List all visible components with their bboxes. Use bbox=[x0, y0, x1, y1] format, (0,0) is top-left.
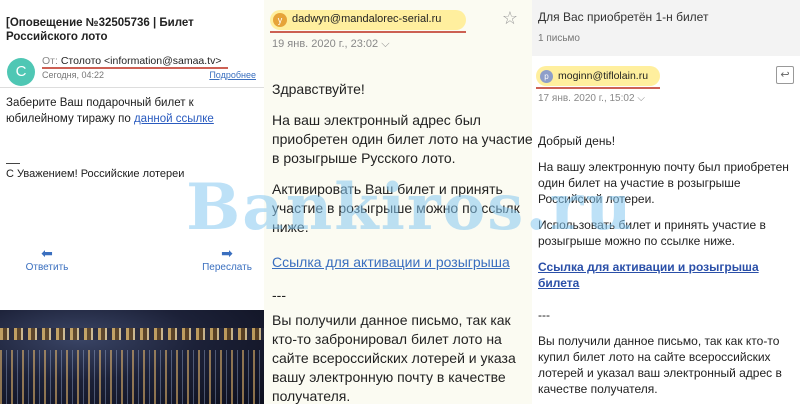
sender-avatar: p bbox=[540, 70, 553, 83]
email-body: Заберите Ваш подарочный билет к юбилейно… bbox=[6, 95, 258, 127]
email-date: 19 янв. 2020 г., 23:02 ⌵ bbox=[272, 38, 390, 50]
thread-subject: Для Вас приобретён 1-н билет bbox=[538, 10, 709, 24]
email-date: Сегодня, 04:22 bbox=[42, 70, 105, 80]
forward-icon: ➡ bbox=[221, 245, 233, 261]
email-panel-1: [Оповещение №32505736 | Билет Российског… bbox=[0, 0, 265, 404]
sender-avatar: y bbox=[273, 13, 287, 27]
signature-divider bbox=[6, 163, 20, 164]
body-link[interactable]: данной ссылке bbox=[134, 113, 214, 125]
sender-avatar: С bbox=[7, 58, 35, 86]
star-icon[interactable]: ☆ bbox=[502, 8, 518, 29]
separator: --- bbox=[272, 287, 286, 303]
paragraph-2: Активировать Ваш билет и принять участие… bbox=[272, 181, 520, 235]
water-reflection bbox=[0, 350, 264, 404]
from-value[interactable]: Столото <information@samaa.tv> bbox=[61, 55, 222, 67]
email-body: Добрый день! На вашу электронную почту б… bbox=[538, 133, 794, 404]
sender-chip[interactable]: y dadwyn@mandalorec-serial.ru bbox=[270, 10, 466, 30]
reply-label: Ответить bbox=[25, 262, 69, 273]
paragraph-1: На ваш электронный адрес был приобретен … bbox=[272, 112, 532, 166]
header-divider bbox=[0, 87, 264, 88]
email-panel-2: y dadwyn@mandalorec-serial.ru 19 янв. 20… bbox=[264, 0, 532, 404]
paragraph-3: Вы получили данное письмо, так как кто-т… bbox=[272, 312, 516, 404]
forward-label: Переслать bbox=[202, 262, 252, 273]
email-subject: [Оповещение №32505736 | Билет Российског… bbox=[6, 17, 194, 43]
red-underline bbox=[270, 31, 466, 33]
email-panel-3: Для Вас приобретён 1-н билет 1 письмо p … bbox=[532, 0, 800, 404]
from-label: От: bbox=[42, 55, 58, 67]
reply-icon[interactable]: ↩ bbox=[776, 66, 794, 84]
forward-button[interactable]: ➡ Переслать bbox=[192, 246, 262, 273]
greeting: Добрый день! bbox=[538, 134, 616, 148]
greeting: Здравствуйте! bbox=[272, 81, 365, 97]
activation-link[interactable]: Ссылка для активации и розыгрыша bbox=[272, 253, 532, 272]
city-lights bbox=[0, 328, 264, 340]
paragraph-1: На вашу электронную почту был приобретен… bbox=[538, 160, 789, 206]
signature: С Уважением! Российские лотереи bbox=[6, 168, 185, 180]
city-night-photo bbox=[0, 310, 264, 404]
activation-link[interactable]: Ссылка для активации и розыгрыша билета bbox=[538, 259, 794, 291]
paragraph-3: Вы получили данное письмо, так как кто-т… bbox=[538, 334, 782, 396]
sender-address: moginn@tiflolain.ru bbox=[558, 70, 649, 82]
message-count: 1 письмо bbox=[538, 33, 580, 44]
reply-button[interactable]: ⬅ Ответить bbox=[12, 246, 82, 273]
chevron-down-icon[interactable]: ⌵ bbox=[381, 38, 389, 50]
separator: --- bbox=[538, 308, 550, 322]
red-underline bbox=[42, 67, 228, 69]
sender-chip[interactable]: p moginn@tiflolain.ru bbox=[536, 66, 660, 86]
thread-header bbox=[532, 0, 800, 56]
email-date: 17 янв. 2020 г., 15:02 ⌵ bbox=[538, 93, 645, 104]
chevron-down-icon[interactable]: ⌵ bbox=[637, 93, 645, 104]
sender-address: dadwyn@mandalorec-serial.ru bbox=[292, 13, 442, 25]
details-link[interactable]: Подробнее bbox=[209, 70, 256, 80]
paragraph-2: Использовать билет и принять участие в р… bbox=[538, 218, 766, 248]
red-underline bbox=[536, 87, 660, 89]
reply-icon: ⬅ bbox=[41, 245, 53, 261]
email-body: Здравствуйте! На ваш электронный адрес б… bbox=[272, 80, 532, 404]
from-line: От: Столото <information@samaa.tv> bbox=[42, 55, 221, 67]
